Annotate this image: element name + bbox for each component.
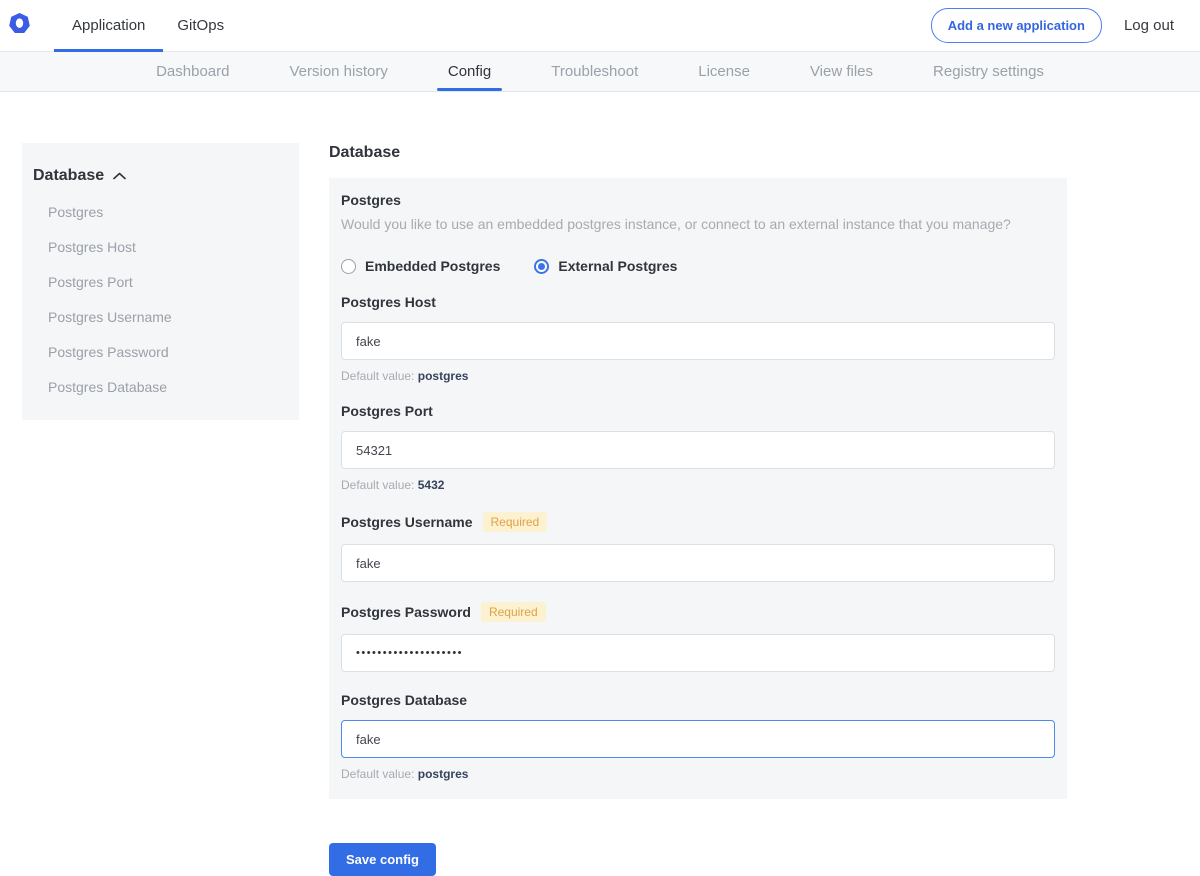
radio-external-postgres-label: External Postgres bbox=[558, 258, 677, 274]
postgres-database-input[interactable] bbox=[341, 720, 1055, 758]
kots-logo-icon bbox=[9, 12, 30, 40]
top-bar: Application GitOps Add a new application… bbox=[0, 0, 1200, 52]
tab-application[interactable]: Application bbox=[54, 0, 163, 51]
config-sidebar: Database Postgres Postgres Host Postgres… bbox=[22, 143, 299, 420]
save-config-button[interactable]: Save config bbox=[329, 843, 436, 876]
default-value: postgres bbox=[418, 767, 469, 781]
required-badge: Required bbox=[481, 602, 546, 622]
group-description: Would you like to use an embedded postgr… bbox=[341, 216, 1055, 232]
postgres-password-input[interactable] bbox=[341, 634, 1055, 672]
top-tabs: Application GitOps bbox=[54, 0, 238, 51]
field-label-postgres-username: Postgres Username bbox=[341, 514, 473, 530]
required-badge: Required bbox=[483, 512, 548, 532]
subnav-item-dashboard[interactable]: Dashboard bbox=[156, 52, 229, 91]
radio-unchecked-icon[interactable] bbox=[341, 259, 356, 274]
tab-application-label: Application bbox=[72, 17, 145, 34]
postgres-port-input[interactable] bbox=[341, 431, 1055, 469]
radio-external-postgres[interactable]: External Postgres bbox=[534, 258, 677, 274]
postgres-host-input[interactable] bbox=[341, 322, 1055, 360]
field-label-postgres-port: Postgres Port bbox=[341, 403, 433, 419]
subnav-item-version-history[interactable]: Version history bbox=[289, 52, 387, 91]
field-label-postgres-database: Postgres Database bbox=[341, 692, 467, 708]
default-value: postgres bbox=[418, 369, 469, 383]
config-page: Database Postgres Postgres Host Postgres… bbox=[0, 92, 1200, 873]
sidebar-item-postgres-host[interactable]: Postgres Host bbox=[48, 240, 281, 255]
radio-embedded-postgres-label: Embedded Postgres bbox=[365, 258, 500, 274]
topbar-right: Add a new application Log out bbox=[931, 0, 1174, 51]
radio-embedded-postgres[interactable]: Embedded Postgres bbox=[341, 258, 500, 274]
app-subnav: Dashboard Version history Config Trouble… bbox=[0, 52, 1200, 92]
subnav-item-license[interactable]: License bbox=[698, 52, 750, 91]
add-new-application-button[interactable]: Add a new application bbox=[931, 8, 1102, 43]
sidebar-item-postgres-username[interactable]: Postgres Username bbox=[48, 310, 281, 325]
subnav-item-troubleshoot[interactable]: Troubleshoot bbox=[551, 52, 638, 91]
field-postgres-host: Postgres Host Default value: postgres bbox=[341, 294, 1055, 383]
field-postgres-password: Postgres Password Required bbox=[341, 602, 1055, 672]
field-label-postgres-host: Postgres Host bbox=[341, 294, 436, 310]
sidebar-group-label: Database bbox=[33, 167, 104, 185]
config-main: Database Postgres Would you like to use … bbox=[329, 144, 1067, 876]
default-value: 5432 bbox=[418, 478, 445, 492]
group-label-postgres: Postgres bbox=[341, 192, 1055, 208]
tab-gitops-label: GitOps bbox=[177, 17, 224, 34]
radio-dot bbox=[538, 263, 545, 270]
sidebar-item-postgres-port[interactable]: Postgres Port bbox=[48, 275, 281, 290]
postgres-mode-radio-group: Embedded Postgres External Postgres bbox=[341, 258, 1055, 274]
sidebar-item-postgres-database[interactable]: Postgres Database bbox=[48, 380, 281, 395]
subnav-item-registry-settings[interactable]: Registry settings bbox=[933, 52, 1044, 91]
postgres-username-input[interactable] bbox=[341, 544, 1055, 582]
subnav-item-config[interactable]: Config bbox=[448, 52, 491, 91]
tab-gitops[interactable]: GitOps bbox=[163, 0, 238, 51]
sidebar-group-database[interactable]: Database bbox=[33, 167, 281, 185]
radio-checked-icon[interactable] bbox=[534, 259, 549, 274]
field-postgres-port: Postgres Port Default value: 5432 bbox=[341, 403, 1055, 492]
app-logo bbox=[0, 0, 54, 51]
database-config-card: Postgres Would you like to use an embedd… bbox=[329, 178, 1067, 799]
logout-link[interactable]: Log out bbox=[1124, 17, 1174, 34]
default-value-hint: Default value: postgres bbox=[341, 767, 1055, 781]
section-title: Database bbox=[329, 144, 1067, 162]
field-postgres-database: Postgres Database Default value: postgre… bbox=[341, 692, 1055, 781]
collapse-chevron-icon[interactable] bbox=[113, 167, 126, 185]
subnav-item-view-files[interactable]: View files bbox=[810, 52, 873, 91]
sidebar-item-postgres[interactable]: Postgres bbox=[48, 205, 281, 220]
field-postgres-username: Postgres Username Required bbox=[341, 512, 1055, 582]
field-label-postgres-password: Postgres Password bbox=[341, 604, 471, 620]
default-value-hint: Default value: 5432 bbox=[341, 478, 1055, 492]
sidebar-item-postgres-password[interactable]: Postgres Password bbox=[48, 345, 281, 360]
default-value-hint: Default value: postgres bbox=[341, 369, 1055, 383]
sidebar-item-list: Postgres Postgres Host Postgres Port Pos… bbox=[33, 205, 281, 395]
